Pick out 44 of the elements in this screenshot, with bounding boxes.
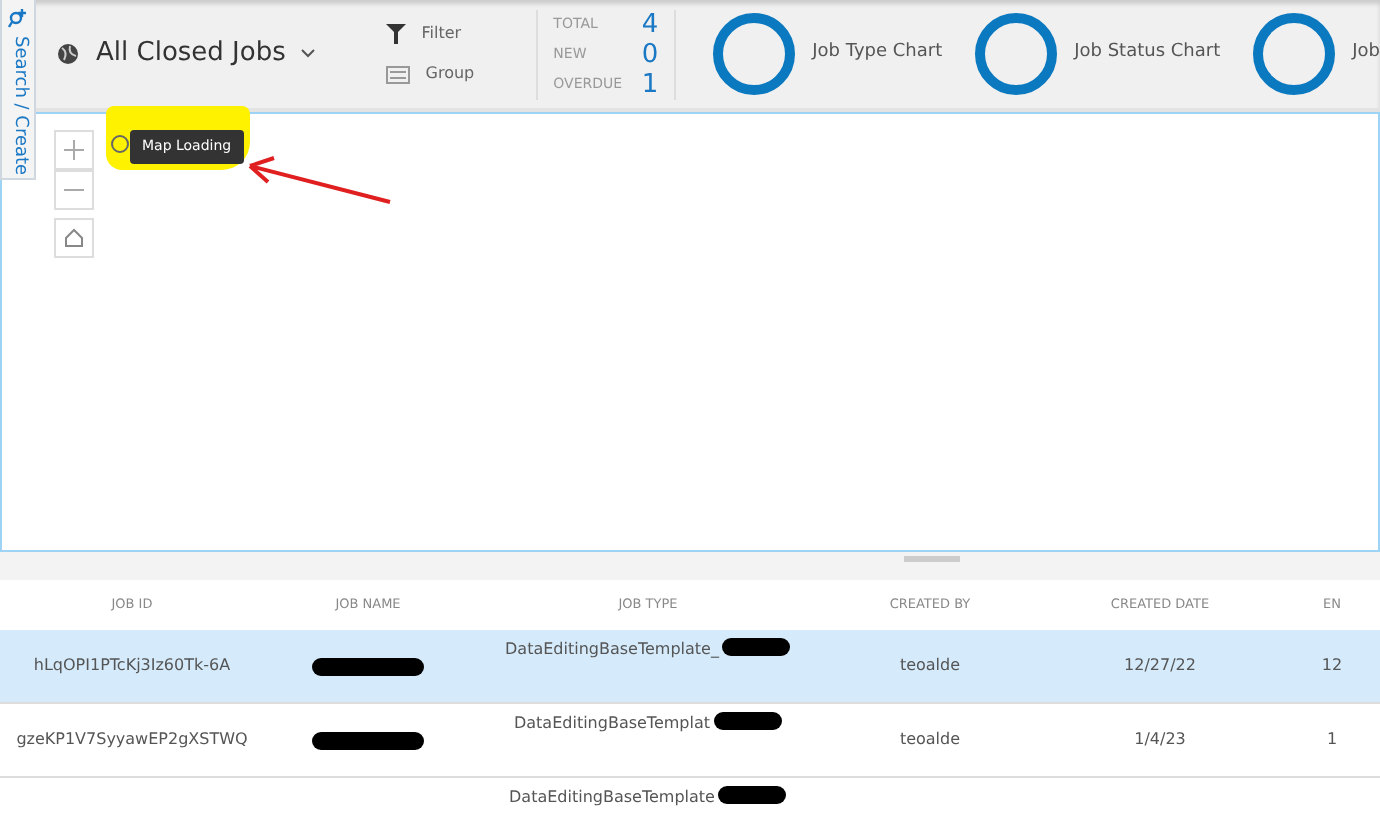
search-create-tab[interactable]: Search / Create (0, 0, 36, 180)
group-button[interactable]: Group (385, 62, 536, 86)
chart-tile[interactable]: Job Status Chart (974, 12, 1221, 96)
loading-spinner-icon (110, 134, 130, 154)
table-cell: 12/27/22 (1124, 654, 1196, 678)
home-button[interactable] (54, 218, 94, 258)
table-cell: hLqOPI1PTcKj3Iz60Tk-6A (33, 654, 231, 678)
table-cell: teoalde (899, 654, 961, 678)
table-cell: DataEditingBaseTemplate (509, 786, 715, 810)
stat-value: 1 (641, 69, 659, 99)
redaction-mark (714, 712, 783, 730)
home-icon (64, 228, 84, 249)
redaction-mark (718, 786, 787, 804)
zoom-in-button[interactable] (54, 130, 94, 170)
search-plus-icon (8, 8, 28, 28)
group-icon (385, 65, 410, 83)
filter-icon (385, 24, 406, 44)
stat-value: 4 (641, 9, 659, 39)
table-cell: DataEditingBaseTemplat (513, 712, 711, 736)
splitter-handle[interactable] (904, 556, 960, 562)
table-row[interactable]: DataEditingBaseTemplate (0, 778, 1380, 814)
dropdown-caret-icon[interactable] (299, 48, 316, 60)
table-row[interactable]: hLqOPI1PTcKj3Iz60Tk-6A DataEditingBaseTemplate_ teoalde 12/27/22 12 (0, 630, 1380, 704)
plus-icon (64, 140, 84, 161)
zoom-out-button[interactable] (54, 170, 94, 210)
ring-chart-icon (1252, 12, 1337, 96)
query-title: All Closed Jobs (96, 36, 286, 73)
stat-value: 0 (641, 39, 659, 69)
table-cell: 12 (1321, 654, 1343, 678)
filter-button[interactable]: Filter (385, 22, 536, 46)
redaction-mark (312, 657, 424, 675)
redaction-mark (312, 731, 424, 749)
table-cell: DataEditingBaseTemplate_ (505, 638, 719, 662)
ring-chart-icon (974, 12, 1059, 96)
globe-icon (56, 42, 80, 66)
table-row[interactable]: gzeKP1V7SyyawEP2gXSTWQ DataEditingBaseTemplat teoalde 1/4/23 1 (0, 704, 1380, 778)
chart-tile[interactable]: Job (1252, 12, 1380, 96)
table-cell: 1/4/23 (1134, 728, 1186, 752)
table-cell: teoalde (899, 728, 961, 752)
chart-tile[interactable]: Job Type Chart (712, 12, 943, 96)
ring-chart-icon (712, 12, 797, 96)
table-cell: gzeKP1V7SyyawEP2gXSTWQ (16, 728, 248, 752)
table-cell: 1 (1326, 728, 1338, 752)
redaction-mark (722, 638, 791, 656)
